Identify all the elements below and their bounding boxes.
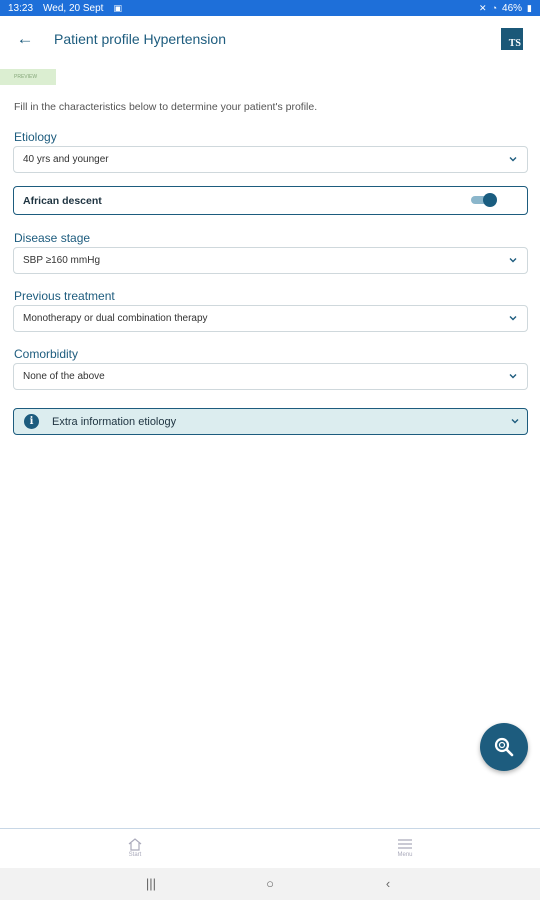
status-date: Wed, 20 Sept (43, 2, 104, 14)
search-fab-button[interactable] (480, 723, 528, 771)
menu-icon (398, 839, 412, 849)
app-bar: ← Patient profile Hypertension TS (0, 16, 540, 66)
bottom-nav: Start Menu (0, 828, 540, 868)
app-logo: TS (501, 28, 523, 50)
chevron-down-icon (509, 157, 517, 162)
toggle-thumb (483, 193, 497, 207)
page-title: Patient profile Hypertension (54, 31, 226, 47)
etiology-label: Etiology (14, 130, 57, 144)
nav-start-label: Start (128, 852, 142, 858)
previous-treatment-value: Monotherapy or dual combination therapy (23, 313, 208, 324)
comorbidity-select[interactable]: None of the above (13, 363, 528, 390)
info-icon: i (24, 414, 39, 429)
african-descent-row: African descent (13, 186, 528, 215)
extra-info-label: Extra information etiology (52, 415, 177, 428)
nav-menu[interactable]: Menu (375, 837, 435, 858)
nav-start[interactable]: Start (105, 837, 165, 858)
disease-stage-value: SBP ≥160 mmHg (23, 255, 101, 266)
previous-treatment-label: Previous treatment (14, 289, 115, 303)
nav-menu-label: Menu (397, 852, 413, 858)
chevron-down-icon (509, 374, 517, 379)
wifi-icon: ◔ (491, 3, 498, 13)
battery-level: 46% (502, 2, 523, 14)
home-icon (128, 838, 142, 851)
home-circle-icon[interactable]: ○ (260, 876, 280, 892)
system-back-icon[interactable]: ‹ (378, 876, 398, 892)
african-descent-label: African descent (23, 194, 102, 207)
previous-treatment-select[interactable]: Monotherapy or dual combination therapy (13, 305, 528, 332)
disease-stage-select[interactable]: SBP ≥160 mmHg (13, 247, 528, 274)
preview-badge: PREVIEW (0, 69, 56, 85)
recent-apps-icon[interactable]: ||| (141, 876, 161, 892)
etiology-value: 40 yrs and younger (23, 154, 109, 165)
african-descent-toggle[interactable] (471, 193, 497, 207)
extra-info-etiology-panel[interactable]: i Extra information etiology (13, 408, 528, 435)
intro-text: Fill in the characteristics below to det… (14, 101, 318, 113)
comorbidity-label: Comorbidity (14, 347, 79, 361)
chevron-down-icon (509, 316, 517, 321)
status-time: 13:23 (8, 2, 34, 14)
back-arrow-icon[interactable]: ← (14, 28, 36, 50)
battery-icon: ▮ (527, 2, 532, 13)
etiology-select[interactable]: 40 yrs and younger (13, 146, 528, 173)
gallery-notification-icon: ▣ (113, 2, 122, 13)
system-nav-bar: ||| ○ ‹ (0, 868, 540, 900)
mute-icon: ✕ (479, 2, 487, 13)
logo-text: TS (508, 38, 521, 49)
chevron-down-icon (509, 258, 517, 263)
disease-stage-label: Disease stage (14, 231, 91, 245)
chevron-down-icon (511, 419, 519, 424)
status-bar: 13:23 Wed, 20 Sept ▣ ✕ ◔ 46% ▮ (0, 0, 540, 16)
comorbidity-value: None of the above (23, 371, 105, 382)
search-icon (494, 737, 514, 757)
